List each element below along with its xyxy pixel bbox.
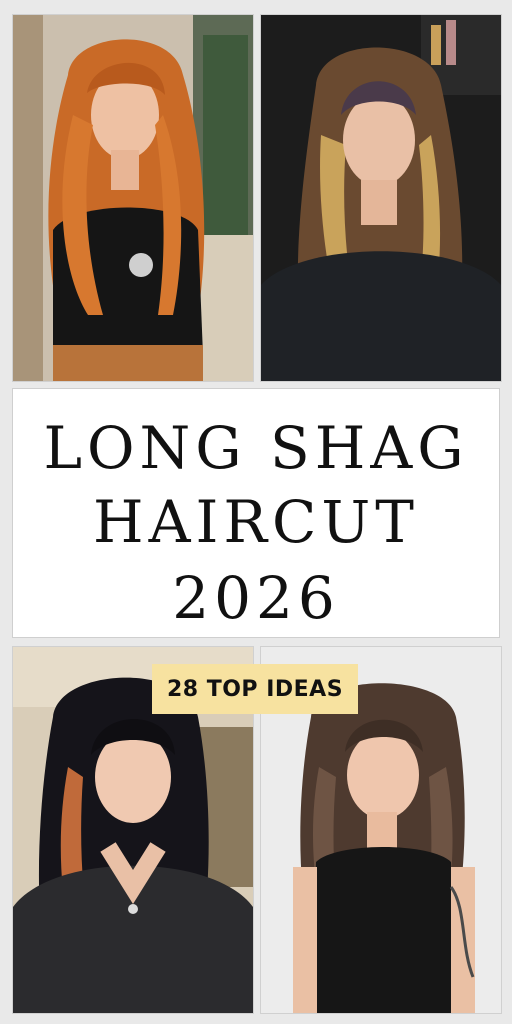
photo-woman-highlighted-shag [260, 14, 502, 382]
title-line-2: HAIRCUT [93, 488, 419, 556]
photo-copper-shag-image [13, 15, 253, 381]
title-line-1: LONG SHAG [43, 414, 469, 482]
title-card: LONG SHAG HAIRCUT 2026 [12, 388, 500, 638]
photo-highlighted-shag-image [261, 15, 501, 381]
photo-woman-copper-shag [12, 14, 254, 382]
ideas-count-badge: 28 TOP IDEAS [152, 664, 358, 714]
title-line-3: 2026 [172, 564, 340, 632]
